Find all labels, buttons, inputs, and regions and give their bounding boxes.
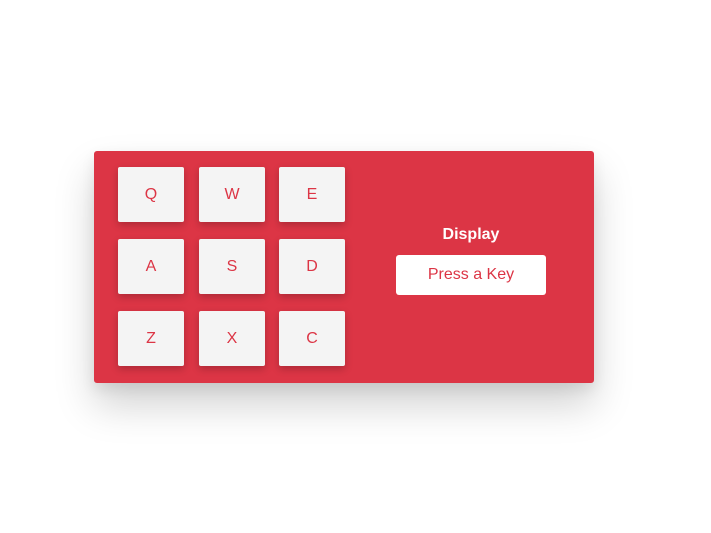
drum-pad-a[interactable]: A — [118, 239, 184, 294]
display-readout: Press a Key — [396, 255, 546, 295]
drum-pad-z[interactable]: Z — [118, 311, 184, 366]
drum-pad-q[interactable]: Q — [118, 167, 184, 222]
drum-pad-w[interactable]: W — [199, 167, 265, 222]
controls-section: Display Press a Key — [396, 151, 546, 383]
pad-bank: Q W E A S D Z X C — [118, 167, 346, 367]
drum-pad-e[interactable]: E — [279, 167, 345, 222]
drum-machine-panel: Q W E A S D Z X C Display Press a Key — [94, 151, 594, 383]
drum-pad-x[interactable]: X — [199, 311, 265, 366]
drum-pad-d[interactable]: D — [279, 239, 345, 294]
drum-pad-c[interactable]: C — [279, 311, 345, 366]
drum-pad-s[interactable]: S — [199, 239, 265, 294]
display-title: Display — [442, 226, 500, 243]
